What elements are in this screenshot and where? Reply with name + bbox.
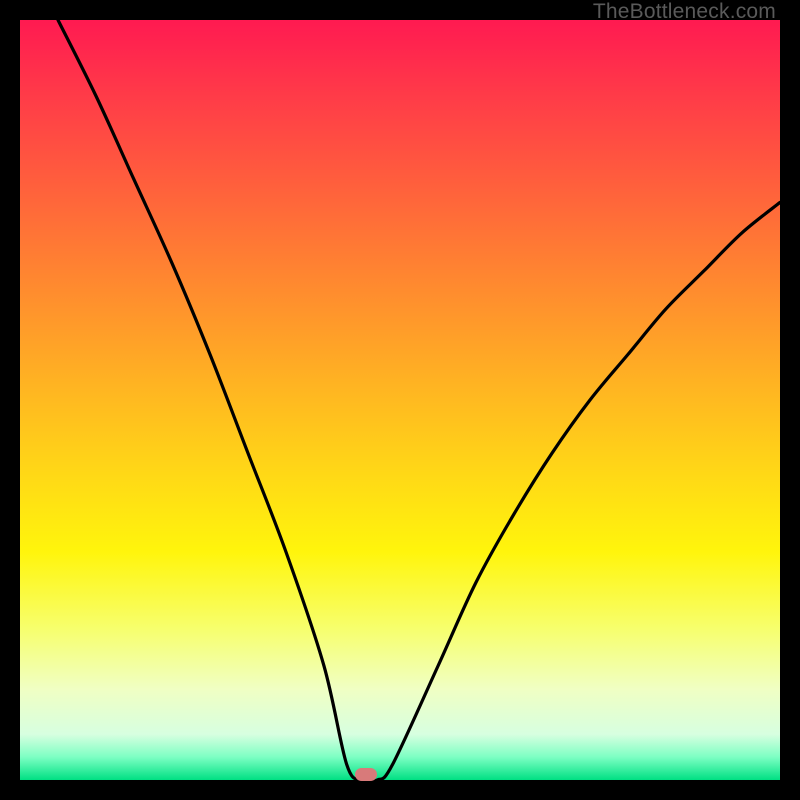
- watermark-text: TheBottleneck.com: [593, 0, 776, 24]
- optimal-point-marker: [355, 768, 377, 781]
- curve-path: [58, 20, 780, 782]
- bottleneck-curve: [20, 20, 780, 780]
- chart-frame: TheBottleneck.com: [0, 0, 800, 800]
